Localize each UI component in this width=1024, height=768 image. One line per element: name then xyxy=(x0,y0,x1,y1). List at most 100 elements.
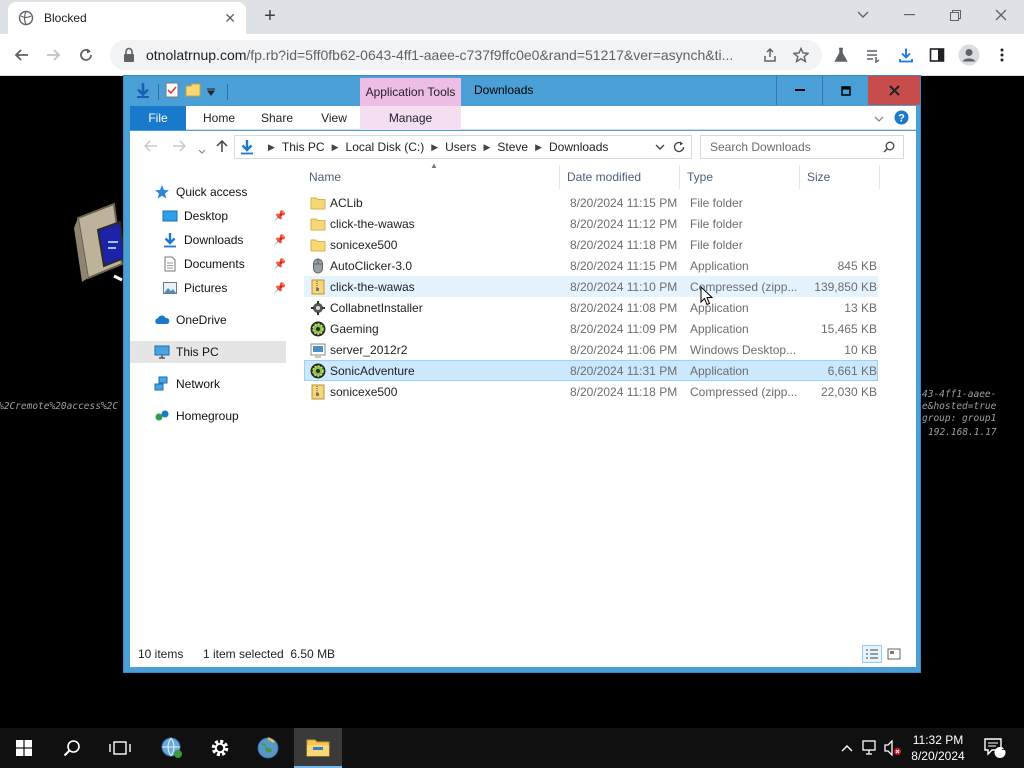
file-row[interactable]: Gaeming 8/20/2024 11:09 PM Application 15,4… xyxy=(304,318,878,339)
close-browser-icon[interactable] xyxy=(978,0,1024,30)
browser-tab[interactable]: Blocked ✕ xyxy=(8,2,246,34)
file-row[interactable]: click-the-wawas 8/20/2024 11:10 PM Compres… xyxy=(304,276,878,297)
tab-home[interactable]: Home xyxy=(190,106,248,130)
settings-gear-icon[interactable] xyxy=(196,728,244,768)
pin-icon[interactable]: 📌 xyxy=(274,283,286,294)
side-panel-icon[interactable] xyxy=(924,42,950,68)
share-icon[interactable] xyxy=(757,42,783,68)
tab-share[interactable]: Share xyxy=(248,106,306,130)
search-input[interactable]: Search Downloads xyxy=(700,135,904,159)
tab-file[interactable]: File xyxy=(130,106,186,130)
tab-search-icon[interactable] xyxy=(840,0,886,30)
network-tray-icon[interactable] xyxy=(860,728,882,768)
maximize-icon[interactable] xyxy=(822,76,868,105)
column-header-type[interactable]: Type xyxy=(680,165,800,189)
pin-icon[interactable]: 📌 xyxy=(274,235,286,246)
volume-muted-icon[interactable] xyxy=(882,728,904,768)
breadcrumb-local-disk[interactable]: Local Disk (C:) xyxy=(346,140,425,154)
breadcrumb[interactable]: ▶ This PC ▶ Local Disk (C:) ▶ Users ▶ St… xyxy=(234,135,692,159)
refresh-icon[interactable] xyxy=(673,141,685,153)
nav-homegroup[interactable]: Homegroup xyxy=(154,405,286,427)
desktop-icon xyxy=(162,208,178,224)
back-button[interactable] xyxy=(9,42,35,68)
search-icon[interactable] xyxy=(883,141,895,153)
details-view-icon[interactable] xyxy=(862,645,882,663)
flask-icon[interactable] xyxy=(828,42,854,68)
start-button[interactable] xyxy=(0,728,48,768)
notification-count: 1 xyxy=(1001,742,1007,753)
file-explorer-window: Application Tools Downloads File Home Sh… xyxy=(123,75,921,673)
background-text-right-2: e&hosted=true xyxy=(922,401,997,412)
column-header-date[interactable]: Date modified xyxy=(560,165,680,189)
pin-icon[interactable]: 📌 xyxy=(274,259,286,270)
task-view-icon[interactable] xyxy=(96,728,144,768)
recent-locations-icon[interactable] xyxy=(198,142,206,158)
kebab-menu-icon[interactable] xyxy=(989,42,1015,68)
chevron-right-icon: ▶ xyxy=(331,141,339,152)
restore-browser-icon[interactable] xyxy=(932,0,978,30)
status-bar: 10 items 1 item selected 6.50 MB xyxy=(130,641,916,667)
nav-downloads[interactable]: Downloads 📌 xyxy=(162,229,286,251)
action-center-icon[interactable]: 1 xyxy=(980,728,1010,768)
nav-quick-access[interactable]: Quick access xyxy=(154,181,286,203)
minimize-browser-icon[interactable] xyxy=(886,0,932,30)
new-tab-button[interactable]: + xyxy=(258,4,282,28)
minimize-icon[interactable] xyxy=(776,76,822,105)
window-title: Downloads xyxy=(474,83,534,97)
address-dropdown-icon[interactable] xyxy=(655,144,665,151)
profile-avatar-icon[interactable] xyxy=(956,42,982,68)
nav-documents[interactable]: Documents 📌 xyxy=(162,253,286,275)
globe-app-icon[interactable] xyxy=(244,728,292,768)
file-row[interactable]: server_2012r2 8/20/2024 11:06 PM Windows D… xyxy=(304,339,878,360)
file-row[interactable]: ACLib 8/20/2024 11:15 PM File folder xyxy=(304,192,878,213)
explorer-titlebar[interactable]: Application Tools Downloads xyxy=(124,76,920,106)
reading-list-icon[interactable] xyxy=(860,42,886,68)
breadcrumb-this-pc[interactable]: This PC xyxy=(282,140,325,154)
reload-button[interactable] xyxy=(73,42,99,68)
application-tools-tab[interactable]: Application Tools xyxy=(360,78,461,106)
up-arrow-icon[interactable] xyxy=(216,139,228,156)
show-hidden-icons-icon[interactable] xyxy=(838,728,856,768)
expand-ribbon-icon[interactable] xyxy=(874,112,884,126)
network-globe-app-icon[interactable] xyxy=(148,728,196,768)
close-tab-icon[interactable]: ✕ xyxy=(224,10,236,27)
address-bar[interactable]: otnolatrnup.com/fp.rb?id=5ff0fb62-0643-4… xyxy=(110,40,822,70)
file-row[interactable]: CollabnetInstaller 8/20/2024 11:08 PM Appl… xyxy=(304,297,878,318)
back-arrow-icon[interactable] xyxy=(143,139,158,155)
close-icon[interactable] xyxy=(868,76,920,105)
file-row[interactable]: SonicAdventure 8/20/2024 11:31 PM Applicat… xyxy=(304,360,878,381)
lock-icon[interactable] xyxy=(122,47,138,63)
file-row[interactable]: sonicexe500 8/20/2024 11:18 PM Compressed … xyxy=(304,381,878,402)
breadcrumb-users[interactable]: Users xyxy=(445,140,476,154)
forward-button[interactable] xyxy=(40,42,66,68)
computer-icon xyxy=(154,344,170,360)
file-row[interactable]: sonicexe500 8/20/2024 11:18 PM File folder xyxy=(304,234,878,255)
column-header-size[interactable]: Size xyxy=(800,165,880,189)
bookmark-star-icon[interactable] xyxy=(788,42,814,68)
tab-view[interactable]: View xyxy=(306,106,362,130)
help-icon[interactable]: ? xyxy=(894,110,909,128)
nav-pictures[interactable]: Pictures 📌 xyxy=(162,277,286,299)
taskbar-clock[interactable]: 11:32 PM 8/20/2024 xyxy=(905,732,971,764)
column-header-name[interactable]: ▲ Name xyxy=(302,161,560,189)
download-icon[interactable] xyxy=(893,42,919,68)
breadcrumb-steve[interactable]: Steve xyxy=(497,140,528,154)
new-folder-icon[interactable] xyxy=(185,83,201,100)
breadcrumb-downloads[interactable]: Downloads xyxy=(549,140,608,154)
file-explorer-taskbar-icon[interactable] xyxy=(294,728,342,768)
nav-this-pc[interactable]: This PC xyxy=(130,341,286,363)
file-row[interactable]: click-the-wawas 8/20/2024 11:12 PM File fo… xyxy=(304,213,878,234)
installer-icon xyxy=(310,300,326,316)
properties-icon[interactable] xyxy=(165,82,179,101)
search-icon[interactable] xyxy=(48,728,96,768)
nav-onedrive[interactable]: OneDrive xyxy=(154,309,286,331)
tab-manage[interactable]: Manage xyxy=(360,106,461,130)
file-row[interactable]: AutoClicker-3.0 8/20/2024 11:15 PM Applica… xyxy=(304,255,878,276)
pin-icon[interactable]: 📌 xyxy=(274,211,286,222)
nav-desktop[interactable]: Desktop 📌 xyxy=(162,205,286,227)
customize-qat-icon[interactable] xyxy=(207,85,215,99)
nav-network[interactable]: Network xyxy=(154,373,286,395)
large-icons-view-icon[interactable] xyxy=(884,645,904,663)
url-path: /fp.rb?id=5ff0fb62-0643-4ff1-aaee-c737f9… xyxy=(246,47,734,63)
forward-arrow-icon[interactable] xyxy=(172,139,187,155)
